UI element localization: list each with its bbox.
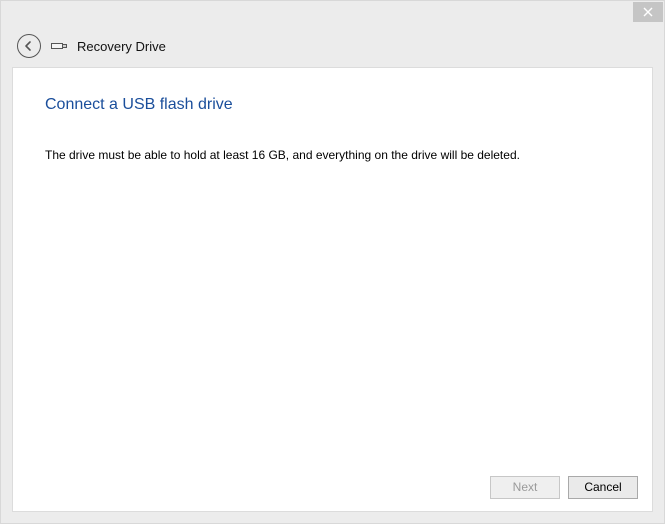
window-title: Recovery Drive xyxy=(77,39,166,54)
drive-icon xyxy=(51,41,67,51)
cancel-button[interactable]: Cancel xyxy=(568,476,638,499)
content-inner: Connect a USB flash drive The drive must… xyxy=(13,68,652,463)
header: Recovery Drive xyxy=(1,25,664,67)
content-area: Connect a USB flash drive The drive must… xyxy=(12,67,653,512)
page-heading: Connect a USB flash drive xyxy=(45,96,620,114)
titlebar xyxy=(1,1,664,25)
next-button: Next xyxy=(490,476,560,499)
page-body-text: The drive must be able to hold at least … xyxy=(45,146,620,164)
back-button[interactable] xyxy=(17,34,41,58)
button-row: Next Cancel xyxy=(13,463,652,511)
wizard-window: Recovery Drive Connect a USB flash drive… xyxy=(0,0,665,524)
close-button[interactable] xyxy=(633,2,663,22)
